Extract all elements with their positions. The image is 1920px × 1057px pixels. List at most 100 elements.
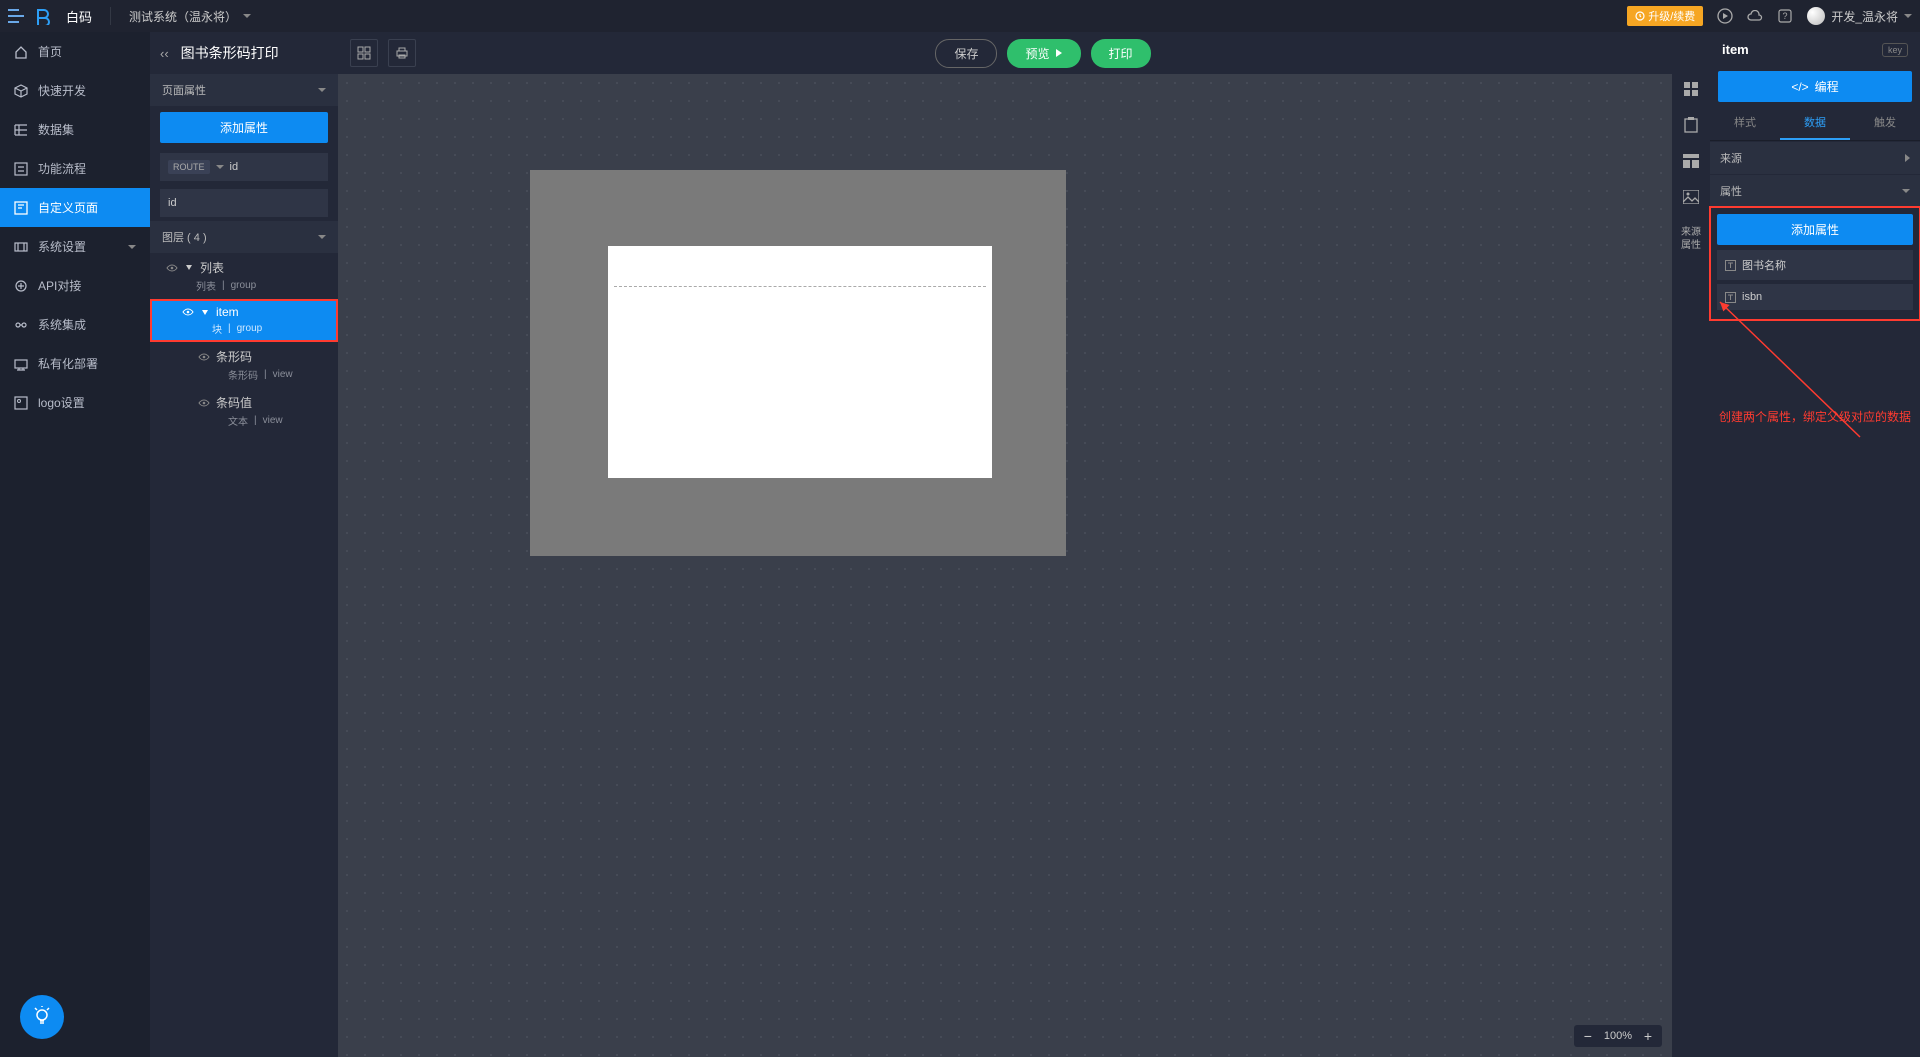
inspector-panel: item key </> 编程 样式 数据 触发 来源 属性 添加属性 图书名称 <box>1710 32 1920 1057</box>
nav-integration[interactable]: 系统集成 <box>0 305 150 344</box>
rail-components-icon[interactable] <box>1678 76 1704 102</box>
nav-dataset[interactable]: 数据集 <box>0 110 150 149</box>
grid-tool-button[interactable] <box>350 39 378 67</box>
user-menu[interactable]: 开发_温永将 <box>1807 7 1912 25</box>
edit-code-button[interactable]: </> 编程 <box>1718 71 1912 102</box>
layer-type1: 块 <box>212 321 222 336</box>
help-icon[interactable]: ? <box>1777 8 1793 24</box>
toolbar-left <box>350 39 416 67</box>
nav-label: 数据集 <box>38 121 74 138</box>
nav-custom-page[interactable]: 自定义页面 <box>0 188 150 227</box>
layer-type1: 列表 <box>196 278 216 293</box>
code-icon: </> <box>1791 80 1808 94</box>
layer-name: 条形码 <box>216 348 252 365</box>
chevron-down-icon <box>1902 189 1910 193</box>
integration-icon <box>14 318 28 332</box>
main-area: 首页 快速开发 数据集 功能流程 自定义页面 系统设置 API对接 <box>0 32 1920 1057</box>
layer-row-barcode[interactable]: 条形码 条形码 | view <box>150 342 338 388</box>
help-fab[interactable] <box>20 995 64 1039</box>
rail-source-attr[interactable]: 来源属性 <box>1681 226 1701 252</box>
inspector-add-prop-button[interactable]: 添加属性 <box>1717 214 1913 245</box>
layer-type2: view <box>273 369 293 380</box>
caret-down-icon <box>243 14 251 18</box>
section-label: 图层 ( 4 ) <box>162 229 207 245</box>
nav-label: 首页 <box>38 43 62 60</box>
section-label: 属性 <box>1720 183 1742 199</box>
print-button[interactable]: 打印 <box>1091 39 1151 68</box>
canvas[interactable]: − 100% + <box>338 74 1672 1057</box>
nav-flow[interactable]: 功能流程 <box>0 149 150 188</box>
rail-image-icon[interactable] <box>1678 184 1704 210</box>
layer-type2: group <box>231 280 257 291</box>
id-value: id <box>168 197 177 209</box>
add-prop-button[interactable]: 添加属性 <box>160 112 328 143</box>
route-pill: ROUTE <box>168 160 210 174</box>
page-icon <box>14 201 28 215</box>
caret-down-icon <box>1904 14 1912 18</box>
zoom-value: 100% <box>1604 1030 1632 1042</box>
section-layers[interactable]: 图层 ( 4 ) <box>150 221 338 253</box>
logo-icon <box>34 7 52 25</box>
save-label: 保存 <box>954 45 978 62</box>
prop-item-book-name[interactable]: 图书名称 <box>1717 250 1913 280</box>
cloud-icon[interactable] <box>1747 8 1763 24</box>
save-button[interactable]: 保存 <box>935 39 997 68</box>
layer-name: item <box>216 305 239 319</box>
canvas-card[interactable] <box>608 246 992 478</box>
zoom-in-button[interactable]: + <box>1640 1028 1656 1044</box>
back-button[interactable]: ‹‹ <box>160 46 169 61</box>
print-tool-button[interactable] <box>388 39 416 67</box>
layer-row-item[interactable]: item 块 | group <box>150 299 338 342</box>
nav-label: 功能流程 <box>38 160 86 177</box>
text-field-icon <box>1725 292 1736 303</box>
zoom-control: − 100% + <box>1574 1025 1662 1047</box>
nav-logo-settings[interactable]: logo设置 <box>0 383 150 422</box>
route-row[interactable]: ROUTE id <box>160 153 328 181</box>
deploy-icon <box>14 357 28 371</box>
brand-name: 白码 <box>66 7 92 26</box>
system-selector[interactable]: 测试系统（温永将） <box>129 8 251 25</box>
layer-row-barcode-value[interactable]: 条码值 文本 | view <box>150 388 338 434</box>
tab-trigger[interactable]: 触发 <box>1850 106 1920 140</box>
tab-style[interactable]: 样式 <box>1710 106 1780 140</box>
prop-item-isbn[interactable]: isbn <box>1717 284 1913 310</box>
rail-clipboard-icon[interactable] <box>1678 112 1704 138</box>
layer-name: 列表 <box>200 259 224 276</box>
upgrade-button[interactable]: 升级/续费 <box>1627 6 1703 26</box>
nav-api[interactable]: API对接 <box>0 266 150 305</box>
chevron-down-icon <box>318 88 326 92</box>
layer-row-list[interactable]: 列表 列表 | group <box>150 253 338 299</box>
section-label: 页面属性 <box>162 82 206 98</box>
nav-rapid-dev[interactable]: 快速开发 <box>0 71 150 110</box>
nav-label: logo设置 <box>38 394 85 411</box>
inspector-tabs: 样式 数据 触发 <box>1710 106 1920 141</box>
play-icon[interactable] <box>1717 8 1733 24</box>
dashed-separator <box>614 286 986 287</box>
highlighted-props-box: 添加属性 图书名称 isbn <box>1710 207 1920 320</box>
section-attributes[interactable]: 属性 <box>1710 175 1920 207</box>
page-title: 图书条形码打印 <box>181 43 279 63</box>
id-row[interactable]: id <box>160 189 328 217</box>
sep: | <box>228 323 231 334</box>
route-value: id <box>230 161 239 173</box>
center-toolbar: 保存 预览 打印 <box>338 32 1672 74</box>
canvas-surface[interactable] <box>530 170 1066 556</box>
sep: | <box>264 369 267 380</box>
menu-icon[interactable] <box>8 8 24 24</box>
center-actions: 保存 预览 打印 <box>935 39 1150 68</box>
nav-home[interactable]: 首页 <box>0 32 150 71</box>
nav-private-deploy[interactable]: 私有化部署 <box>0 344 150 383</box>
chevron-down-icon <box>318 235 326 239</box>
nav-settings[interactable]: 系统设置 <box>0 227 150 266</box>
layer-type2: group <box>237 323 263 334</box>
settings-icon <box>14 240 28 254</box>
section-page-props[interactable]: 页面属性 <box>150 74 338 106</box>
nav-label: 系统集成 <box>38 316 86 333</box>
zoom-out-button[interactable]: − <box>1580 1028 1596 1044</box>
section-source[interactable]: 来源 <box>1710 142 1920 174</box>
layer-type1: 文本 <box>228 413 248 428</box>
key-badge[interactable]: key <box>1882 43 1908 57</box>
rail-layout-icon[interactable] <box>1678 148 1704 174</box>
preview-button[interactable]: 预览 <box>1007 39 1080 68</box>
tab-data[interactable]: 数据 <box>1780 106 1850 140</box>
